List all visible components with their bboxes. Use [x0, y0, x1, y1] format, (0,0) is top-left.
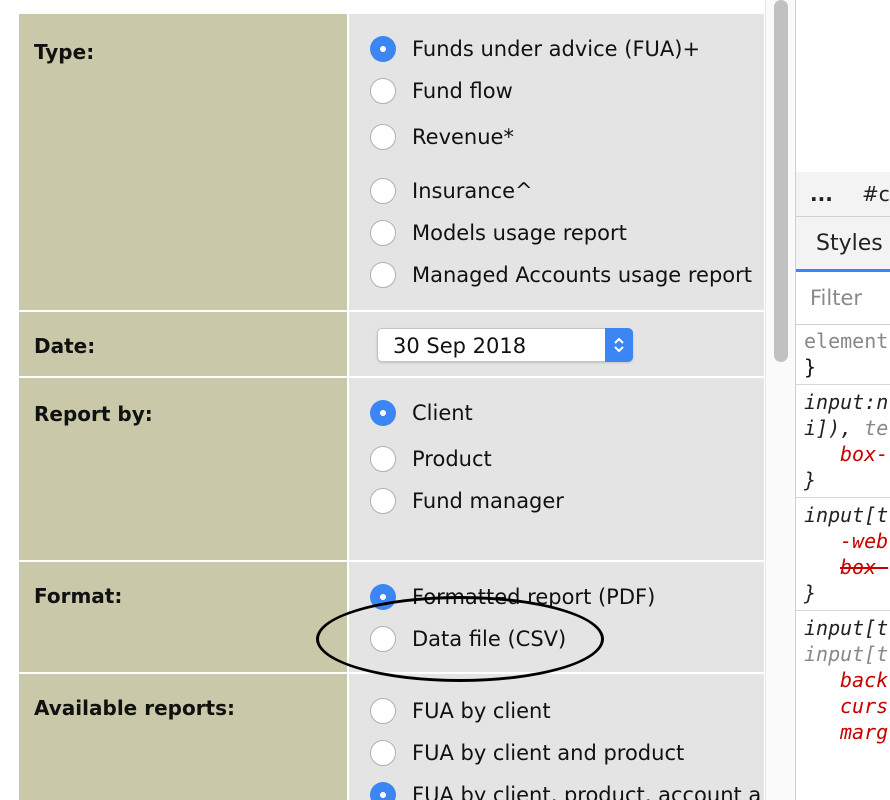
available-reports-row: Available reports: FUA by client FUA by …	[19, 674, 764, 800]
format-label-cell: Format:	[19, 562, 349, 674]
radio-unchecked-icon[interactable]	[370, 446, 396, 472]
devtools-tabs: Styles	[796, 217, 890, 272]
report-form-table: Type: Funds under advice (FUA)+ Fund flo…	[19, 14, 764, 800]
rule-selector: input[t	[804, 503, 889, 527]
radio-unchecked-icon[interactable]	[370, 740, 396, 766]
style-rule-input-type: input[t -web box- }	[796, 498, 890, 611]
rule-selector: element	[804, 329, 889, 353]
radio-unchecked-icon[interactable]	[370, 220, 396, 246]
format-option-label: Data file (CSV)	[412, 627, 567, 651]
date-select[interactable]: 30 Sep 2018	[377, 328, 633, 362]
radio-unchecked-icon[interactable]	[370, 626, 396, 652]
type-option-insurance[interactable]: Insurance^	[370, 176, 533, 206]
devtools-dom-tree	[796, 0, 890, 173]
type-options-cell: Funds under advice (FUA)+ Fund flow Reve…	[349, 14, 764, 312]
breadcrumb-ellipsis[interactable]: ...	[810, 182, 833, 206]
page-scrollbar[interactable]	[765, 0, 796, 800]
radio-checked-icon[interactable]	[370, 400, 396, 426]
type-option-label: Fund flow	[412, 79, 513, 103]
tab-styles[interactable]: Styles	[816, 231, 883, 256]
format-option-csv[interactable]: Data file (CSV)	[370, 624, 566, 654]
rule-selector-gray: input[t	[804, 642, 889, 666]
type-option-label: Insurance^	[412, 179, 533, 203]
date-label-cell: Date:	[19, 312, 349, 378]
available-report-fua-by-client-product[interactable]: FUA by client and product	[370, 738, 684, 768]
report-form-panel: Type: Funds under advice (FUA)+ Fund flo…	[0, 0, 765, 800]
radio-unchecked-icon[interactable]	[370, 78, 396, 104]
available-report-label: FUA by client	[412, 699, 551, 723]
radio-unchecked-icon[interactable]	[370, 124, 396, 150]
report-by-option-product[interactable]: Product	[370, 444, 492, 474]
date-select-value: 30 Sep 2018	[393, 334, 527, 358]
rule-selector: input[t	[804, 616, 889, 640]
radio-unchecked-icon[interactable]	[370, 488, 396, 514]
report-by-option-label: Fund manager	[412, 489, 564, 513]
format-option-pdf[interactable]: Formatted report (PDF)	[370, 582, 655, 612]
type-option-models-usage[interactable]: Models usage report	[370, 218, 627, 248]
report-by-option-fund-manager[interactable]: Fund manager	[370, 486, 564, 516]
date-value-cell: 30 Sep 2018	[349, 312, 764, 378]
date-label: Date:	[34, 334, 96, 358]
type-option-fua[interactable]: Funds under advice (FUA)+	[370, 34, 700, 64]
rule-property[interactable]: curs	[804, 693, 890, 719]
available-reports-label-cell: Available reports:	[19, 674, 349, 800]
type-option-label: Managed Accounts usage report	[412, 263, 753, 287]
radio-unchecked-icon[interactable]	[370, 178, 396, 204]
available-report-label: FUA by client, product, account a	[412, 783, 762, 800]
rule-selector: input:n	[804, 390, 889, 414]
rule-selector-cont: i]),	[804, 416, 853, 440]
rule-close: }	[804, 468, 817, 492]
rule-property[interactable]: back	[804, 667, 890, 693]
chevron-up-down-icon[interactable]	[605, 328, 633, 362]
available-report-fua-by-client-product-account[interactable]: FUA by client, product, account a	[370, 780, 761, 800]
format-label: Format:	[34, 584, 123, 608]
styles-filter-input[interactable]: Filter	[796, 272, 890, 325]
filter-placeholder: Filter	[810, 286, 863, 310]
type-option-revenue[interactable]: Revenue*	[370, 122, 514, 152]
styles-rules-list: element } input:n i]), te box- } input[t…	[796, 324, 890, 749]
breadcrumb-selector[interactable]: #c	[862, 182, 890, 206]
date-row: Date: 30 Sep 2018	[19, 312, 764, 378]
report-by-option-label: Product	[412, 447, 492, 471]
radio-unchecked-icon[interactable]	[370, 698, 396, 724]
type-option-managed-accounts[interactable]: Managed Accounts usage report	[370, 260, 752, 290]
type-option-fund-flow[interactable]: Fund flow	[370, 76, 513, 106]
style-rule-element: element }	[796, 324, 890, 385]
type-row: Type: Funds under advice (FUA)+ Fund flo…	[19, 14, 764, 312]
radio-checked-icon[interactable]	[370, 36, 396, 62]
style-rule-input-type-2: input[t input[t back curs marg	[796, 611, 890, 749]
report-by-option-label: Client	[412, 401, 473, 425]
type-option-label: Revenue*	[412, 125, 514, 149]
report-by-option-client[interactable]: Client	[370, 398, 473, 428]
radio-checked-icon[interactable]	[370, 782, 396, 800]
rule-close: }	[804, 581, 817, 605]
available-reports-options-cell: FUA by client FUA by client and product …	[349, 674, 764, 800]
rule-selector-cont-gray: te	[864, 416, 889, 440]
rule-property[interactable]: marg	[804, 719, 890, 745]
format-options-cell: Formatted report (PDF) Data file (CSV)	[349, 562, 764, 674]
type-label-cell: Type:	[19, 14, 349, 312]
rule-close: }	[804, 355, 817, 379]
type-option-label: Funds under advice (FUA)+	[412, 37, 701, 61]
report-by-row: Report by: Client Product Fund manager	[19, 378, 764, 562]
scrollbar-thumb[interactable]	[774, 0, 788, 362]
report-by-label: Report by:	[34, 402, 153, 426]
devtools-breadcrumb: ... #c	[796, 172, 890, 217]
available-reports-label: Available reports:	[34, 696, 236, 720]
type-label: Type:	[34, 40, 95, 64]
rule-property-overridden[interactable]: box-	[804, 554, 890, 580]
format-option-label: Formatted report (PDF)	[412, 585, 656, 609]
type-option-label: Models usage report	[412, 221, 627, 245]
report-by-options-cell: Client Product Fund manager	[349, 378, 764, 562]
available-report-label: FUA by client and product	[412, 741, 685, 765]
available-report-fua-by-client[interactable]: FUA by client	[370, 696, 551, 726]
rule-property[interactable]: -web	[804, 528, 890, 554]
devtools-panel: ... #c Styles Filter element } input:n i…	[795, 0, 890, 800]
radio-unchecked-icon[interactable]	[370, 262, 396, 288]
format-row: Format: Formatted report (PDF) Data file…	[19, 562, 764, 674]
rule-property[interactable]: box-	[804, 441, 890, 467]
radio-checked-icon[interactable]	[370, 584, 396, 610]
report-by-label-cell: Report by:	[19, 378, 349, 562]
style-rule-input: input:n i]), te box- }	[796, 385, 890, 498]
